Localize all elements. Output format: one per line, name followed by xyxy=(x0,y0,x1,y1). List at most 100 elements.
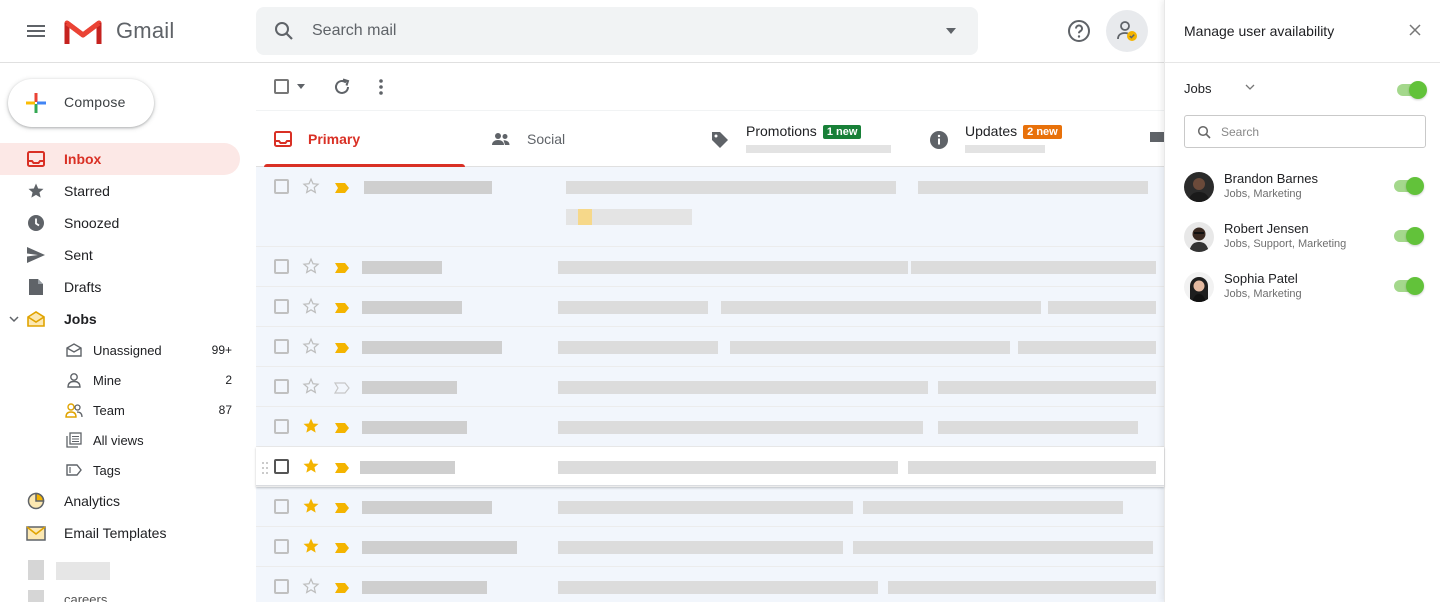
sidebar-item-all-views[interactable]: All views xyxy=(0,425,240,455)
sidebar-item-tags[interactable]: Tags xyxy=(0,455,240,485)
not-important-marker-icon[interactable] xyxy=(333,381,350,399)
user-availability-toggle[interactable] xyxy=(1394,227,1424,245)
sidebar-item-unassigned[interactable]: Unassigned 99+ xyxy=(0,335,240,365)
sidebar-item-label: Drafts xyxy=(64,279,102,295)
star-filled-icon[interactable] xyxy=(302,457,320,480)
star-filled-icon[interactable] xyxy=(302,417,320,440)
person-icon xyxy=(65,371,83,389)
sidebar-item-analytics[interactable]: Analytics xyxy=(0,485,240,517)
important-marker-icon[interactable] xyxy=(334,581,350,599)
table-row[interactable] xyxy=(256,367,1164,407)
important-marker-icon[interactable] xyxy=(334,181,350,199)
drag-handle-icon[interactable] xyxy=(262,461,268,479)
sidebar-item-inbox[interactable]: Inbox xyxy=(0,143,240,175)
table-row[interactable] xyxy=(256,487,1164,527)
star-outline-icon[interactable] xyxy=(302,177,320,200)
table-row[interactable] xyxy=(256,287,1164,327)
star-icon xyxy=(26,181,46,201)
important-marker-icon[interactable] xyxy=(334,341,350,359)
star-outline-icon[interactable] xyxy=(302,297,320,320)
user-availability-button[interactable] xyxy=(1106,10,1148,52)
row-checkbox[interactable] xyxy=(274,459,289,474)
star-outline-icon[interactable] xyxy=(302,337,320,360)
row-checkbox[interactable] xyxy=(274,179,289,194)
group-availability-toggle[interactable] xyxy=(1397,81,1427,99)
user-availability-toggle[interactable] xyxy=(1394,277,1424,295)
help-icon[interactable] xyxy=(1066,18,1092,44)
tag-icon xyxy=(65,461,83,479)
row-checkbox[interactable] xyxy=(274,299,289,314)
user-roles: Jobs, Support, Marketing xyxy=(1224,238,1347,250)
important-marker-icon[interactable] xyxy=(334,261,350,279)
row-checkbox[interactable] xyxy=(274,259,289,274)
sidebar-item-mine[interactable]: Mine 2 xyxy=(0,365,240,395)
blurred-preview xyxy=(746,145,891,153)
table-row[interactable] xyxy=(256,527,1164,567)
table-row[interactable] xyxy=(256,327,1164,367)
forums-icon[interactable] xyxy=(1149,131,1165,147)
main-menu-icon[interactable] xyxy=(24,20,48,44)
group-select-label[interactable]: Jobs xyxy=(1184,81,1211,96)
row-checkbox[interactable] xyxy=(274,419,289,434)
mail-toolbar xyxy=(256,63,1164,111)
tab-promotions[interactable]: Promotions 1 new xyxy=(701,111,916,167)
search-input[interactable] xyxy=(312,7,912,55)
star-filled-icon[interactable] xyxy=(302,497,320,520)
more-options-icon[interactable] xyxy=(379,78,383,96)
important-marker-icon[interactable] xyxy=(334,461,350,479)
sidebar-item-sent[interactable]: Sent xyxy=(0,239,240,271)
sidebar-item-jobs[interactable]: Jobs xyxy=(0,303,240,335)
user-availability-toggle[interactable] xyxy=(1394,177,1424,195)
sidebar-item-email-templates[interactable]: Email Templates xyxy=(0,517,240,549)
star-outline-icon[interactable] xyxy=(302,577,320,600)
row-checkbox[interactable] xyxy=(274,499,289,514)
chevron-down-icon[interactable] xyxy=(1245,84,1255,91)
tab-updates[interactable]: Updates 2 new xyxy=(926,111,1136,167)
refresh-icon[interactable] xyxy=(333,78,351,96)
table-row[interactable] xyxy=(256,567,1164,602)
compose-button[interactable]: Compose xyxy=(8,79,154,127)
tab-social[interactable]: Social xyxy=(481,111,681,167)
star-filled-icon[interactable] xyxy=(302,537,320,560)
blurred-text xyxy=(362,381,457,394)
blurred-text xyxy=(558,541,843,554)
blurred-text xyxy=(938,421,1138,434)
search-bar[interactable] xyxy=(256,7,978,55)
sidebar-item-starred[interactable]: Starred xyxy=(0,175,240,207)
select-all-checkbox[interactable] xyxy=(274,79,289,94)
user-roles: Jobs, Marketing xyxy=(1224,288,1302,300)
user-search-input[interactable] xyxy=(1221,116,1411,147)
important-marker-icon[interactable] xyxy=(334,501,350,519)
row-checkbox[interactable] xyxy=(274,379,289,394)
table-row[interactable] xyxy=(256,447,1164,487)
sidebar-item-team[interactable]: Team 87 xyxy=(0,395,240,425)
star-outline-icon[interactable] xyxy=(302,257,320,280)
envelope-open-icon xyxy=(65,341,83,359)
star-outline-icon[interactable] xyxy=(302,377,320,400)
blurred-text xyxy=(558,261,908,274)
user-search-box[interactable] xyxy=(1184,115,1426,148)
blurred-text xyxy=(362,541,517,554)
table-row[interactable] xyxy=(256,407,1164,447)
important-marker-icon[interactable] xyxy=(334,301,350,319)
select-dropdown-icon[interactable] xyxy=(297,84,305,90)
row-checkbox[interactable] xyxy=(274,579,289,594)
important-marker-icon[interactable] xyxy=(334,421,350,439)
close-icon[interactable] xyxy=(1409,24,1421,36)
row-checkbox[interactable] xyxy=(274,339,289,354)
sidebar-item-careers[interactable]: careers xyxy=(64,592,107,602)
tab-primary[interactable]: Primary xyxy=(256,111,465,167)
table-row[interactable] xyxy=(256,167,1164,247)
important-marker-icon[interactable] xyxy=(334,541,350,559)
gmail-logo[interactable]: Gmail xyxy=(64,17,174,45)
template-envelope-icon xyxy=(26,523,46,543)
blurred-text xyxy=(362,261,442,274)
search-icon[interactable] xyxy=(272,19,296,43)
row-checkbox[interactable] xyxy=(274,539,289,554)
blurred-text xyxy=(566,181,896,194)
search-options-icon[interactable] xyxy=(946,28,956,34)
table-row[interactable] xyxy=(256,247,1164,287)
chevron-down-icon[interactable] xyxy=(9,314,19,324)
sidebar-item-drafts[interactable]: Drafts xyxy=(0,271,240,303)
sidebar-item-snoozed[interactable]: Snoozed xyxy=(0,207,240,239)
